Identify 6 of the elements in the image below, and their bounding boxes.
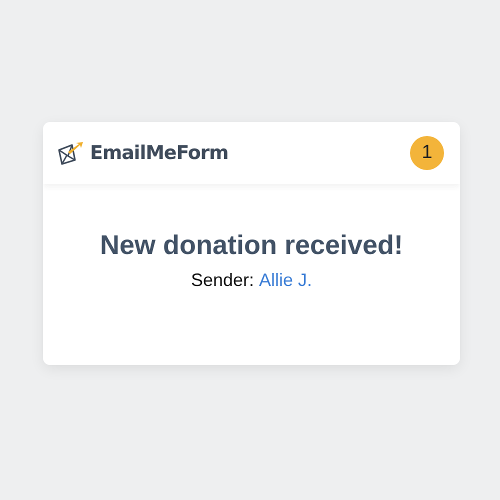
notification-count-badge: 1	[410, 136, 444, 170]
sender-link[interactable]: Allie J.	[259, 270, 312, 291]
brand-name: EmailMeForm	[90, 142, 228, 164]
envelope-logo-icon	[57, 141, 84, 165]
notification-title: New donation received!	[100, 230, 404, 261]
sender-label: Sender:	[190, 270, 254, 291]
